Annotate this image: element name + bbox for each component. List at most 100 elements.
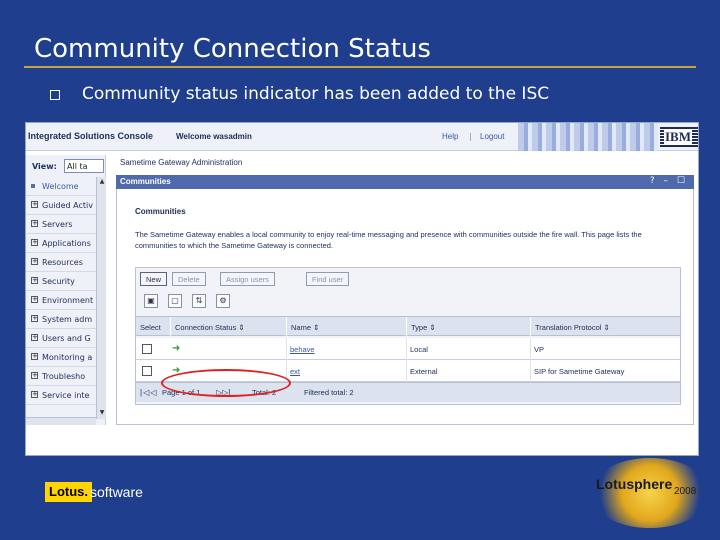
- nav-horizontal-scrollbar[interactable]: [26, 417, 96, 425]
- assign-users-button[interactable]: Assign users: [220, 272, 275, 286]
- show-filter-icon[interactable]: ⇅: [192, 294, 206, 308]
- expand-icon[interactable]: +: [31, 277, 38, 284]
- connected-status-icon: ➜: [172, 343, 181, 354]
- product-name: Integrated Solutions Console: [28, 131, 154, 141]
- welcome-user: Welcome wasadmin: [176, 132, 252, 141]
- expand-icon[interactable]: +: [31, 201, 38, 208]
- community-type: External: [410, 367, 438, 376]
- nav-item-resources[interactable]: + Resources: [26, 253, 96, 272]
- column-type-label: Type: [411, 323, 428, 332]
- row-select-checkbox[interactable]: [142, 344, 152, 354]
- console-banner: Integrated Solutions Console Welcome was…: [26, 123, 698, 151]
- table-row: ➜ behave Local VP: [136, 338, 680, 360]
- nav-item-troubleshooting[interactable]: + Troublesho: [26, 367, 96, 386]
- nav-item-label: Welcome: [42, 182, 79, 191]
- new-button[interactable]: New: [140, 272, 168, 286]
- bullet-icon: [31, 184, 35, 188]
- nav-item-label: Applications: [42, 239, 91, 248]
- community-protocol: SIP for Sametime Gateway: [534, 367, 625, 376]
- deselect-all-icon[interactable]: ▢: [168, 294, 182, 308]
- nav-item-monitoring[interactable]: + Monitoring a: [26, 348, 96, 367]
- slide: Community Connection Status Community st…: [0, 0, 720, 540]
- sort-icon[interactable]: ⇕: [313, 323, 319, 332]
- ibm-logo: IBM: [660, 127, 698, 147]
- clear-filter-icon[interactable]: ⚙: [216, 294, 230, 308]
- navigation-panel: View: All ta Welcome + Guided Activ + Serv…: [26, 155, 106, 425]
- highlight-ellipse: [161, 369, 291, 397]
- scroll-down-icon[interactable]: ▼: [98, 409, 106, 418]
- section-title: Communities: [135, 207, 186, 216]
- help-link[interactable]: Help: [442, 132, 458, 141]
- column-type[interactable]: Type ⇕: [406, 317, 530, 337]
- panel-titlebar: Communities ? – ☐: [116, 175, 694, 189]
- nav-item-applications[interactable]: + Applications: [26, 234, 96, 253]
- community-name-link[interactable]: behave: [286, 338, 319, 360]
- breadcrumb: Sametime Gateway Administration: [120, 158, 243, 167]
- nav-item-servers[interactable]: + Servers: [26, 215, 96, 234]
- nav-item-users-and-groups[interactable]: + Users and G: [26, 329, 96, 348]
- lotusphere-logo: Lotusphere: [596, 476, 673, 492]
- filtered-total-count: Filtered total: 2: [304, 388, 354, 397]
- lotus-logo: Lotus.: [45, 482, 92, 502]
- find-user-button[interactable]: Find user: [306, 272, 350, 286]
- expand-icon[interactable]: +: [31, 391, 38, 398]
- column-name[interactable]: Name ⇕: [286, 317, 406, 337]
- scroll-up-icon[interactable]: ▲: [98, 178, 106, 187]
- nav-item-label: Resources: [42, 258, 83, 267]
- select-all-icon[interactable]: ▣: [144, 294, 158, 308]
- first-prev-page-icon[interactable]: |◁◁: [140, 388, 157, 397]
- column-connection-status[interactable]: Connection Status ⇕: [170, 317, 262, 337]
- nav-item-label: Troublesho: [42, 372, 86, 381]
- banner-mosaic-graphic: [518, 123, 658, 151]
- nav-item-system-administration[interactable]: + System adm: [26, 310, 96, 329]
- nav-item-service-integration[interactable]: + Service inte: [26, 386, 96, 405]
- nav-vertical-scrollbar[interactable]: ▲ ▼: [96, 177, 106, 419]
- community-type: Local: [410, 345, 428, 354]
- banner-separator: |: [469, 132, 472, 141]
- nav-item-environment[interactable]: + Environment: [26, 291, 96, 310]
- expand-icon[interactable]: +: [31, 372, 38, 379]
- column-translation-protocol[interactable]: Translation Protocol ⇕: [530, 317, 680, 337]
- expand-icon[interactable]: +: [31, 334, 38, 341]
- expand-icon[interactable]: +: [31, 296, 38, 303]
- column-select: Select: [140, 323, 161, 332]
- communities-table: New Delete Assign users Find user ▣ ▢ ⇅ …: [135, 267, 681, 405]
- table-header: Select Connection Status ⇕ Name ⇕ Type ⇕…: [136, 316, 680, 337]
- panel-title: Communities: [120, 177, 171, 186]
- view-select[interactable]: All ta: [64, 159, 104, 173]
- bullet-square-icon: [50, 90, 60, 100]
- expand-icon[interactable]: +: [31, 258, 38, 265]
- isc-screenshot: Integrated Solutions Console Welcome was…: [25, 122, 699, 456]
- bullet-text: Community status indicator has been adde…: [82, 84, 550, 104]
- expand-icon[interactable]: +: [31, 315, 38, 322]
- logout-link[interactable]: Logout: [480, 132, 504, 141]
- expand-icon[interactable]: +: [31, 220, 38, 227]
- community-protocol: VP: [534, 345, 545, 354]
- expand-icon[interactable]: +: [31, 239, 38, 246]
- nav-item-label: Security: [42, 277, 75, 286]
- nav-tree: Welcome + Guided Activ + Servers + Applicat…: [26, 177, 96, 405]
- column-name-label: Name: [291, 323, 312, 332]
- nav-item-label: System adm: [42, 315, 93, 324]
- delete-button[interactable]: Delete: [172, 272, 206, 286]
- lotus-software-text: software: [90, 484, 143, 500]
- column-connection-status-label: Connection Status: [175, 323, 237, 332]
- sort-icon[interactable]: ⇕: [429, 323, 435, 332]
- row-select-checkbox[interactable]: [142, 366, 152, 376]
- nav-item-label: Monitoring a: [42, 353, 93, 362]
- content-area: Sametime Gateway Administration Communit…: [116, 155, 698, 425]
- ibm-logo-text: IBM: [664, 129, 692, 145]
- nav-item-label: Servers: [42, 220, 73, 229]
- nav-item-security[interactable]: + Security: [26, 272, 96, 291]
- sort-icon[interactable]: ⇕: [238, 323, 244, 332]
- lotusphere-year: 2008: [674, 486, 697, 497]
- section-description: The Sametime Gateway enables a local com…: [135, 230, 642, 250]
- nav-item-welcome[interactable]: Welcome: [26, 177, 96, 196]
- expand-icon[interactable]: +: [31, 353, 38, 360]
- column-translation-protocol-label: Translation Protocol: [535, 323, 602, 332]
- nav-item-label: Users and G: [42, 334, 91, 343]
- panel-controls[interactable]: ? – ☐: [650, 176, 688, 186]
- nav-item-guided-activities[interactable]: + Guided Activ: [26, 196, 96, 215]
- view-label: View:: [32, 162, 57, 171]
- sort-icon[interactable]: ⇕: [604, 323, 610, 332]
